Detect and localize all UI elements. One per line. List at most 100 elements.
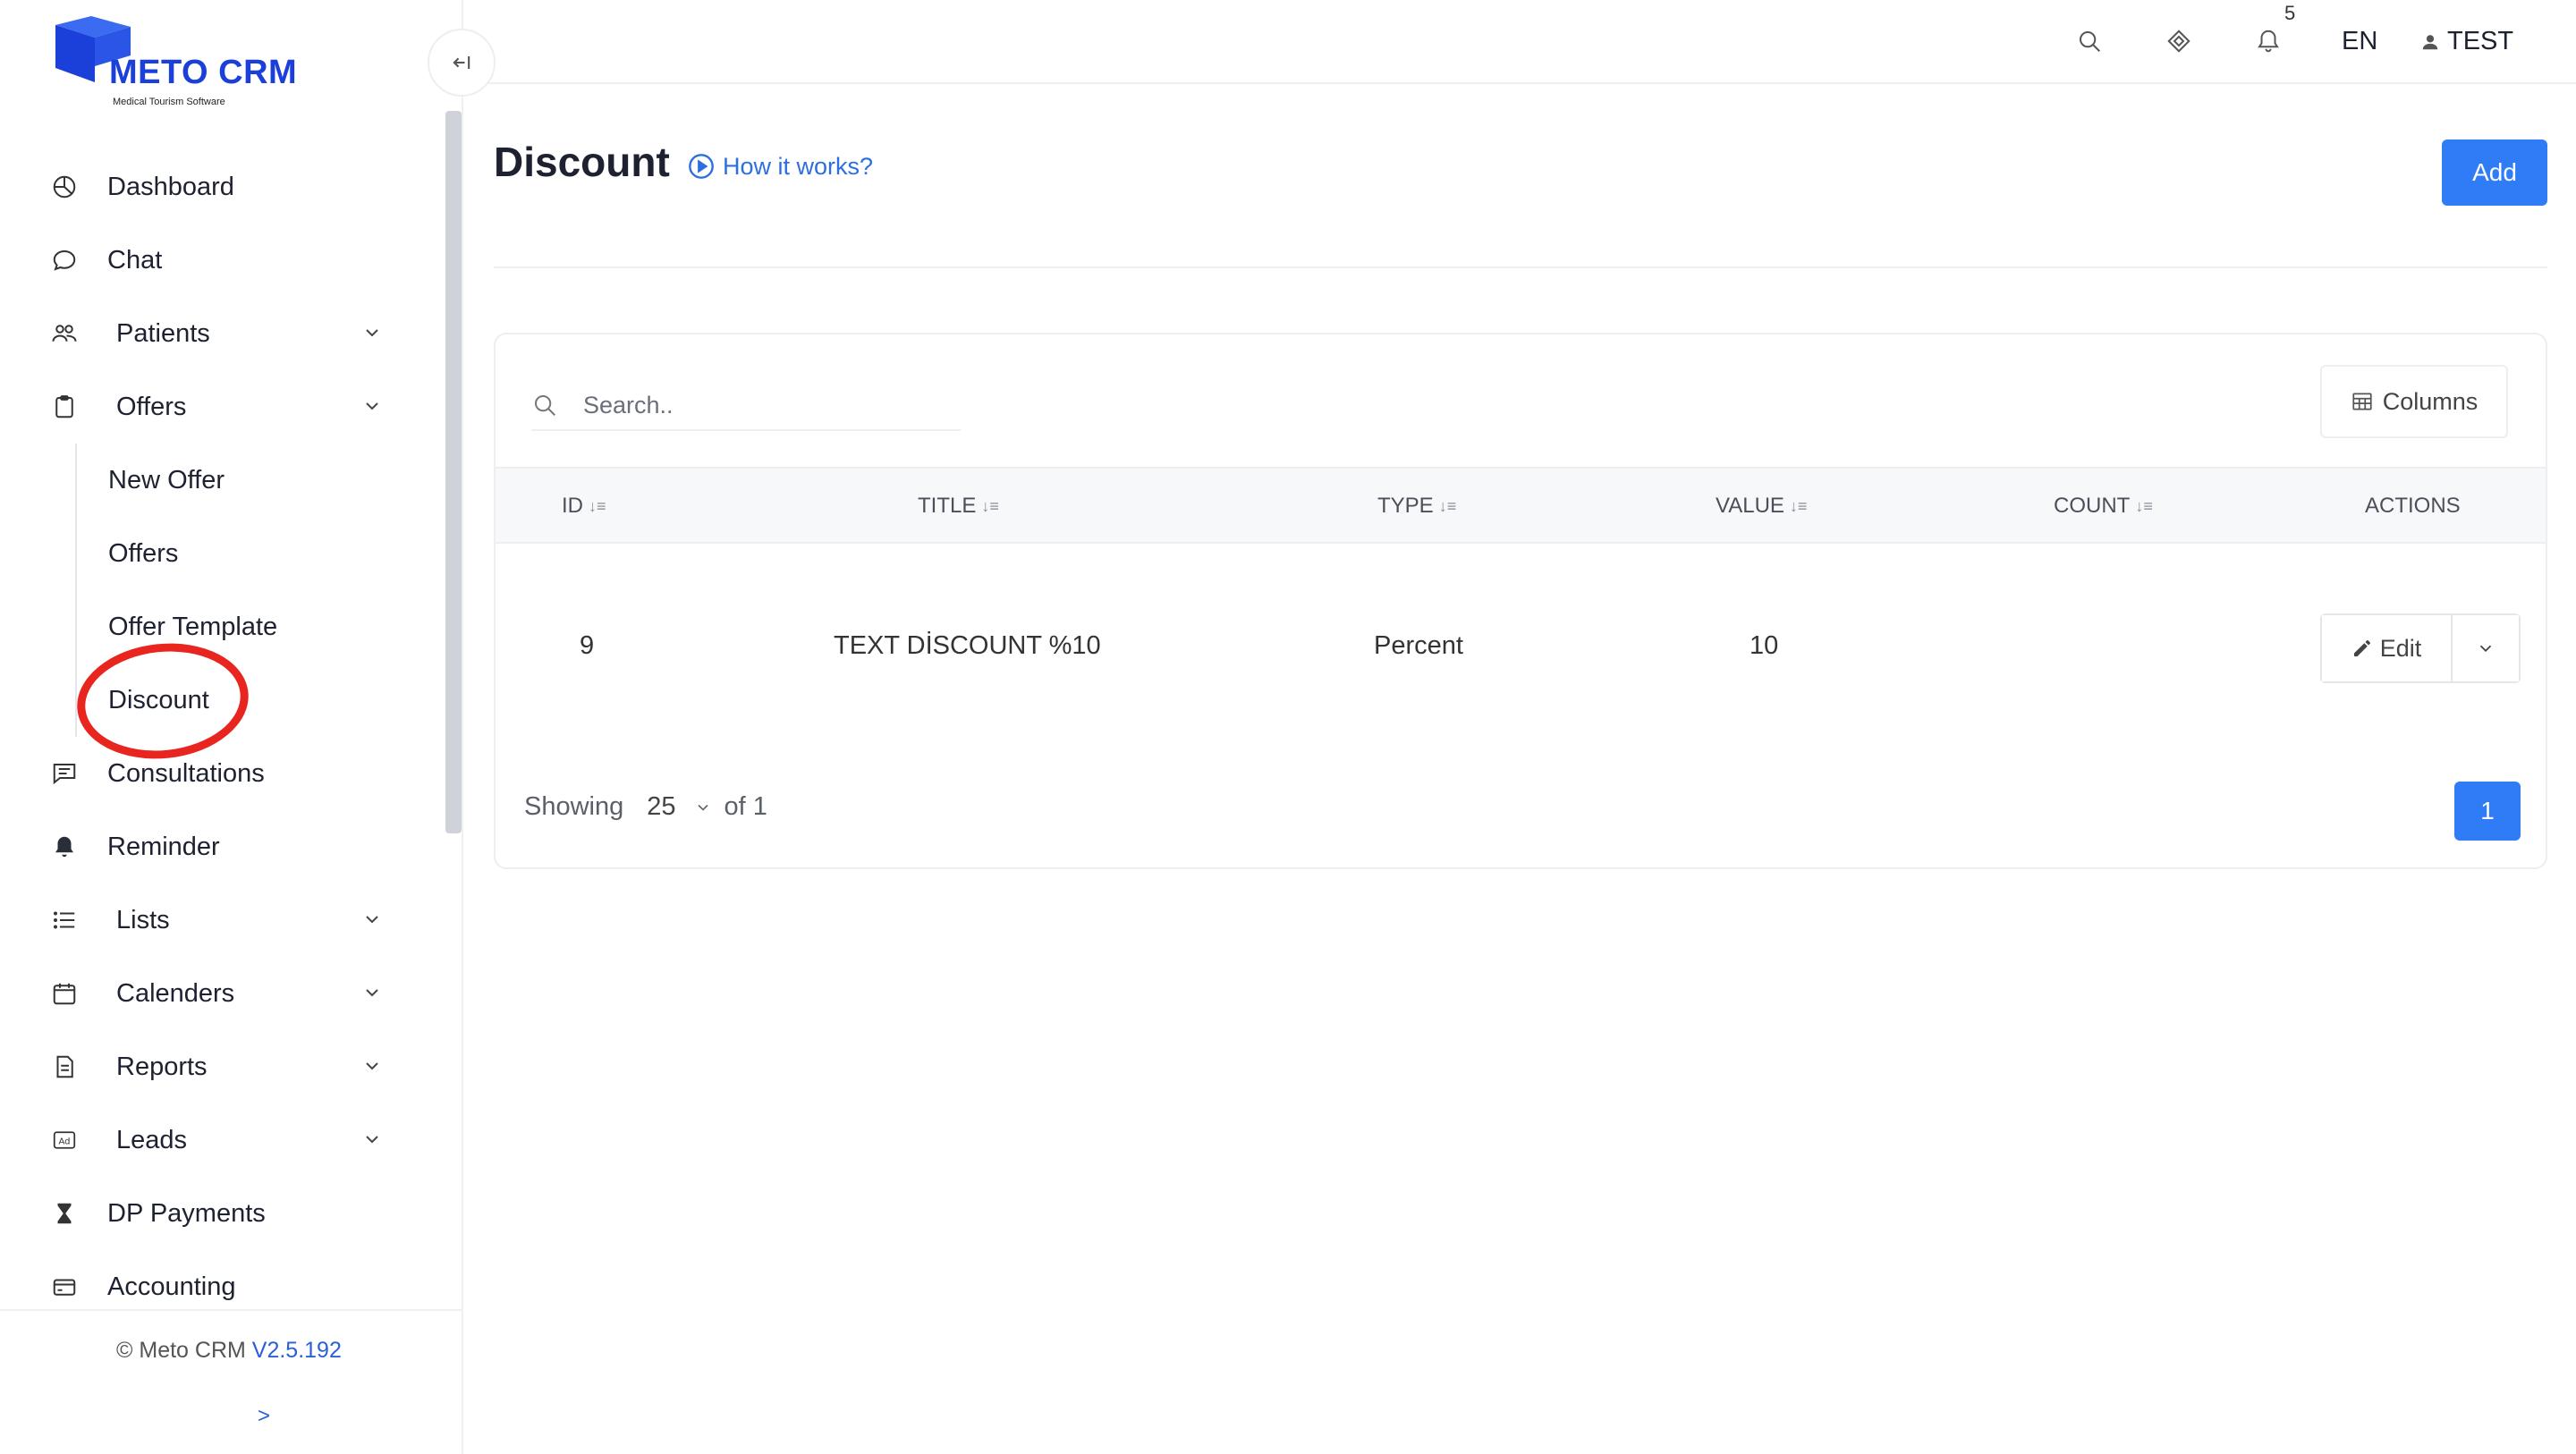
collapse-sidebar-button[interactable] (428, 29, 496, 97)
chevron-down-icon (2479, 645, 2492, 653)
user-name: TEST (2447, 27, 2514, 55)
sort-icon: ↓≡ (981, 496, 999, 515)
notification-count-badge: 5 (2284, 2, 2296, 24)
column-header-value[interactable]: VALUE ↓≡ (1716, 494, 1807, 519)
language-selector[interactable]: EN (2342, 27, 2377, 56)
chevron-down-icon[interactable] (694, 799, 712, 816)
edit-button[interactable]: Edit (2322, 615, 2453, 681)
sidebar-footer: © Meto CRM V2.5.192 > (0, 1309, 463, 1454)
sidebar-item-consultations[interactable]: Consultations (0, 737, 420, 810)
chevron-down-icon[interactable] (361, 909, 383, 930)
column-header-label: ID (562, 494, 583, 518)
sidebar-item-label: Offers (108, 538, 179, 568)
column-header-count[interactable]: COUNT ↓≡ (2054, 494, 2153, 519)
chevron-down-icon[interactable] (361, 395, 383, 417)
page-count-label: of 1 (724, 792, 767, 821)
sidebar-subitem-discount[interactable]: Discount (0, 664, 420, 737)
search-input[interactable] (583, 391, 923, 419)
column-header-label: TITLE (918, 494, 977, 518)
cell-title: TEXT DİSCOUNT %10 (834, 631, 1101, 660)
sidebar-item-label: Chat (107, 245, 163, 275)
search-icon[interactable] (2073, 25, 2106, 57)
column-header-id[interactable]: ID ↓≡ (562, 494, 606, 519)
sidebar-item-label: Consultations (107, 758, 265, 788)
logo-text: METO CRM (109, 54, 298, 91)
sidebar-item-dashboard[interactable]: Dashboard (0, 150, 420, 224)
bell-icon (50, 833, 79, 861)
discount-table-card: Columns ID ↓≡ TITLE ↓≡ TYPE ↓≡ VALUE ↓≡ … (494, 333, 2547, 869)
user-icon (2422, 34, 2438, 49)
column-header-label: VALUE (1716, 494, 1784, 518)
consultation-icon (50, 759, 79, 788)
sidebar-item-reminder[interactable]: Reminder (0, 810, 420, 883)
pencil-icon (2353, 640, 2370, 656)
logo-subtitle: Medical Tourism Software (113, 97, 225, 107)
sidebar-subitem-offer-template[interactable]: Offer Template (0, 590, 420, 664)
users-icon (50, 319, 79, 348)
sidebar-item-dp-payments[interactable]: DP Payments (0, 1177, 420, 1250)
card-icon (50, 1272, 79, 1301)
sidebar-item-label: Reminder (107, 832, 220, 861)
chevron-down-icon[interactable] (361, 1129, 383, 1150)
column-header-title[interactable]: TITLE ↓≡ (918, 494, 999, 519)
chevron-down-icon[interactable] (361, 322, 383, 343)
table-header: ID ↓≡ TITLE ↓≡ TYPE ↓≡ VALUE ↓≡ COUNT ↓≡… (496, 467, 2546, 544)
expand-arrow-icon[interactable]: > (258, 1404, 270, 1429)
logo[interactable]: METO CRM Medical Tourism Software (50, 13, 318, 107)
list-icon (50, 906, 79, 934)
page-title: Discount (494, 139, 670, 185)
page-size-select[interactable]: 25 (647, 792, 675, 822)
sidebar-item-label: DP Payments (107, 1198, 266, 1228)
showing-label: Showing (524, 792, 624, 821)
sidebar-item-chat[interactable]: Chat (0, 224, 420, 297)
sidebar-subitem-offers[interactable]: Offers (0, 517, 420, 590)
offers-submenu: New Offer Offers Offer Template Discount (0, 444, 420, 737)
sidebar-item-label: Reports (116, 1052, 208, 1081)
pagination-info: Showing 25 of 1 (524, 792, 767, 822)
edit-label: Edit (2379, 634, 2422, 662)
sidebar-item-leads[interactable]: Ad Leads (0, 1103, 420, 1177)
sidebar-item-lists[interactable]: Lists (0, 883, 420, 957)
sidebar-item-offers[interactable]: Offers (0, 370, 420, 444)
search-box (531, 381, 961, 431)
chat-icon (50, 246, 79, 275)
add-button[interactable]: Add (2442, 139, 2547, 206)
row-actions-dropdown[interactable] (2453, 615, 2519, 681)
notification-bell-icon[interactable] (2252, 25, 2284, 57)
column-header-type[interactable]: TYPE ↓≡ (1377, 494, 1456, 519)
sidebar-scrollbar[interactable] (445, 111, 462, 833)
sidebar-item-label: Discount (108, 685, 209, 714)
svg-text:Ad: Ad (58, 1137, 70, 1146)
sidebar-nav: Dashboard Chat Patients Offers New Offer (0, 150, 420, 1323)
clipboard-icon (50, 393, 79, 421)
page-button-current[interactable]: 1 (2454, 782, 2521, 841)
chevron-down-icon[interactable] (361, 1055, 383, 1077)
version-link[interactable]: V2.5.192 (252, 1338, 342, 1363)
sidebar: METO CRM Medical Tourism Software Dashbo… (0, 0, 463, 1454)
sidebar-subitem-new-offer[interactable]: New Offer (0, 444, 420, 517)
sidebar-item-patients[interactable]: Patients (0, 297, 420, 370)
columns-button[interactable]: Columns (2320, 365, 2508, 438)
chevron-down-icon[interactable] (361, 982, 383, 1003)
sidebar-item-label: Lists (116, 905, 170, 934)
sidebar-item-label: Patients (116, 318, 210, 348)
sidebar-item-label: Leads (116, 1125, 188, 1154)
sidebar-item-reports[interactable]: Reports (0, 1030, 420, 1103)
cell-type: Percent (1374, 631, 1463, 660)
apps-icon[interactable] (2163, 25, 2195, 57)
sidebar-item-label: New Offer (108, 465, 225, 495)
search-icon (535, 395, 555, 416)
copyright: © Meto CRM V2.5.192 (116, 1338, 342, 1364)
how-it-works-link[interactable]: How it works? (687, 152, 873, 181)
report-icon (50, 1052, 79, 1081)
sort-icon: ↓≡ (1789, 496, 1808, 515)
sidebar-item-label: Offers (116, 392, 187, 421)
columns-label: Columns (2382, 387, 2479, 415)
ad-icon: Ad (50, 1126, 79, 1154)
sort-icon: ↓≡ (1438, 496, 1457, 515)
sidebar-item-calenders[interactable]: Calenders (0, 957, 420, 1030)
user-menu[interactable]: TEST (2420, 27, 2513, 56)
column-header-label: COUNT (2054, 494, 2131, 518)
play-circle-icon (689, 154, 714, 179)
cell-value: 10 (1750, 631, 1779, 660)
